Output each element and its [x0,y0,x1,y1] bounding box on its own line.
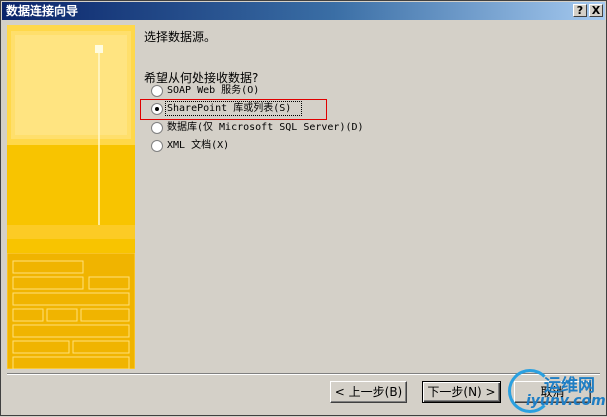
radio-database[interactable] [151,122,163,134]
main-panel: 选择数据源。 希望从何处接收数据? SOAP Web 服务(O) SharePo… [141,25,603,369]
page-heading: 选择数据源。 [144,30,217,44]
wizard-graphic [7,25,135,369]
option-label: XML 文档(X) [167,140,230,151]
help-button[interactable]: ? [573,4,587,17]
option-label: SOAP Web 服务(O) [167,85,260,96]
wizard-illustration [7,25,135,369]
radio-xml[interactable] [151,140,163,152]
window-title: 数据连接向导 [6,4,79,18]
title-bar[interactable]: 数据连接向导 ? X [2,2,605,20]
close-button[interactable]: X [589,4,603,17]
focus-rectangle [165,101,302,116]
next-button[interactable]: 下一步(N) > [422,381,501,403]
back-button[interactable]: < 上一步(B) [330,381,407,403]
wizard-dialog: 数据连接向导 ? X 选择数据源。 希望从何处接收数据? SOAP Web 服务… [0,0,607,416]
watermark-logo: 运维网 iyunv.com [506,367,607,417]
watermark-url: iyunv.com [526,393,606,409]
radio-soap[interactable] [151,85,163,97]
option-label: 数据库(仅 Microsoft SQL Server)(D) [167,122,364,133]
